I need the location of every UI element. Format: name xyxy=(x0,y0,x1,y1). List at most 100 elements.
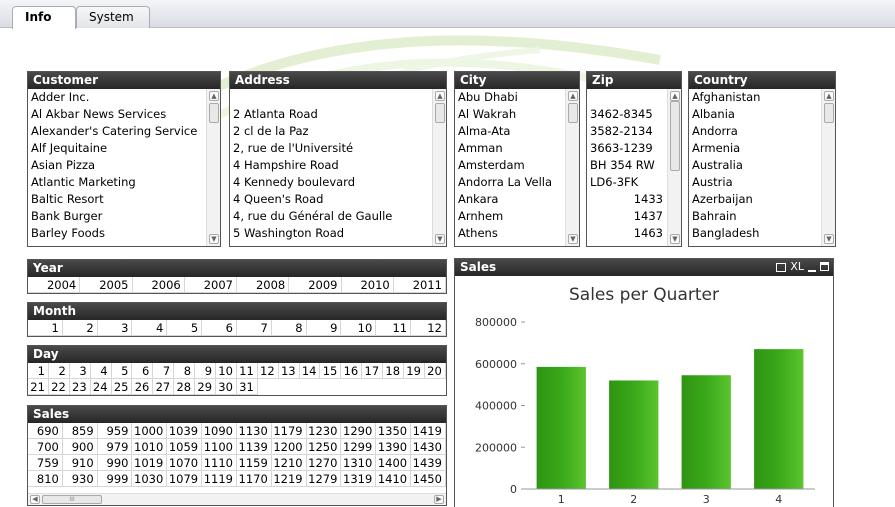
sales-value[interactable]: 1279 xyxy=(306,471,342,487)
list-item[interactable]: Australia xyxy=(689,157,821,174)
day-value[interactable]: 14 xyxy=(299,363,321,379)
scroll-down-icon[interactable]: ▼ xyxy=(209,234,219,244)
day-value[interactable]: 25 xyxy=(111,379,133,395)
list-item[interactable]: Baltic Resort xyxy=(28,191,206,208)
day-value[interactable]: 12 xyxy=(257,363,279,379)
sales-value[interactable]: 1159 xyxy=(236,455,272,471)
day-value[interactable]: 27 xyxy=(153,379,175,395)
day-value[interactable]: 10 xyxy=(216,363,237,379)
month-value[interactable]: 4 xyxy=(132,320,168,336)
day-value[interactable]: 23 xyxy=(69,379,91,395)
sales-value[interactable]: 700 xyxy=(28,439,63,455)
month-value[interactable]: 6 xyxy=(202,320,237,336)
day-value[interactable]: 19 xyxy=(404,363,425,379)
year-value[interactable]: 2007 xyxy=(184,277,237,293)
day-value[interactable]: 22 xyxy=(48,379,70,395)
sales-value[interactable]: 1019 xyxy=(132,455,168,471)
list-item[interactable]: 1463 xyxy=(587,225,667,242)
year-value[interactable]: 2008 xyxy=(237,277,290,293)
list-item[interactable]: Alma-Ata xyxy=(455,123,565,140)
sales-value[interactable]: 1400 xyxy=(376,455,412,471)
sales-value[interactable]: 1299 xyxy=(341,439,377,455)
list-item[interactable]: 2 Atlanta Road xyxy=(230,106,432,123)
sales-value[interactable]: 990 xyxy=(97,455,133,471)
country-scrollbar[interactable]: ▲ ▼ xyxy=(821,89,835,246)
list-item[interactable]: Andorra xyxy=(689,123,821,140)
day-value[interactable]: 15 xyxy=(320,363,342,379)
minimize-icon[interactable] xyxy=(808,269,816,272)
scroll-left-icon[interactable]: ◀ xyxy=(30,495,40,504)
sales-value[interactable]: 1059 xyxy=(167,439,203,455)
scroll-up-icon[interactable]: ▲ xyxy=(209,91,219,101)
sales-value[interactable]: 690 xyxy=(28,423,63,439)
list-item[interactable]: Asian Pizza xyxy=(28,157,206,174)
month-value[interactable]: 2 xyxy=(62,320,98,336)
scroll-down-icon[interactable]: ▼ xyxy=(670,234,680,244)
bar-quarter-1[interactable] xyxy=(536,366,586,489)
sales-value[interactable]: 959 xyxy=(97,423,133,439)
year-value[interactable]: 2009 xyxy=(289,277,342,293)
scroll-thumb[interactable] xyxy=(435,103,445,123)
day-value[interactable]: 21 xyxy=(28,379,49,395)
bar-quarter-3[interactable] xyxy=(681,375,731,489)
sales-value[interactable]: 910 xyxy=(62,455,98,471)
list-item[interactable]: 1433 xyxy=(587,191,667,208)
sales-value[interactable]: 1139 xyxy=(236,439,272,455)
sales-value[interactable]: 1130 xyxy=(236,423,272,439)
list-item[interactable]: 1437 xyxy=(587,208,667,225)
list-item[interactable]: Austria xyxy=(689,174,821,191)
day-value[interactable]: 17 xyxy=(362,363,384,379)
maximize-icon[interactable] xyxy=(820,262,829,271)
list-item[interactable]: Alexander's Catering Service xyxy=(28,123,206,140)
sales-value[interactable]: 1419 xyxy=(411,423,446,439)
day-value[interactable]: 3 xyxy=(69,363,91,379)
sales-value[interactable]: 1010 xyxy=(132,439,168,455)
month-value[interactable]: 3 xyxy=(97,320,133,336)
sales-value[interactable]: 1250 xyxy=(306,439,342,455)
sales-value[interactable]: 1070 xyxy=(167,455,203,471)
list-item[interactable]: Adder Inc. xyxy=(28,89,206,106)
list-item[interactable]: 4 Hampshire Road xyxy=(230,157,432,174)
list-item[interactable]: 3462-8345 xyxy=(587,106,667,123)
list-item[interactable]: Amman xyxy=(455,140,565,157)
list-item[interactable] xyxy=(587,89,667,106)
day-value[interactable]: 7 xyxy=(153,363,175,379)
sales-value[interactable]: 1200 xyxy=(271,439,307,455)
year-value[interactable]: 2004 xyxy=(28,277,81,293)
list-item[interactable]: 4 Kennedy boulevard xyxy=(230,174,432,191)
sales-value[interactable]: 930 xyxy=(62,471,98,487)
sales-value[interactable]: 1270 xyxy=(306,455,342,471)
sales-value[interactable]: 810 xyxy=(28,471,63,487)
tab-info[interactable]: Info xyxy=(12,6,76,29)
sales-value[interactable]: 1119 xyxy=(202,471,237,487)
scroll-up-icon[interactable]: ▲ xyxy=(568,91,578,101)
year-value[interactable]: 2011 xyxy=(393,277,446,293)
sales-value[interactable]: 1170 xyxy=(236,471,272,487)
sales-value[interactable]: 1039 xyxy=(167,423,203,439)
sales-value[interactable]: 1179 xyxy=(271,423,307,439)
day-value[interactable]: 6 xyxy=(132,363,154,379)
sales-value[interactable]: 1410 xyxy=(376,471,412,487)
day-value[interactable]: 24 xyxy=(90,379,112,395)
sales-value[interactable]: 1319 xyxy=(341,471,377,487)
list-item[interactable]: Al Akbar News Services xyxy=(28,106,206,123)
sales-value[interactable]: 1230 xyxy=(306,423,342,439)
month-value[interactable]: 10 xyxy=(341,320,377,336)
year-value[interactable]: 2006 xyxy=(132,277,185,293)
list-item[interactable]: Bank Burger xyxy=(28,208,206,225)
list-item[interactable]: Bahrain xyxy=(689,208,821,225)
month-value[interactable]: 11 xyxy=(376,320,412,336)
scroll-thumb[interactable] xyxy=(670,101,680,171)
month-value[interactable]: 7 xyxy=(236,320,272,336)
sales-value[interactable]: 859 xyxy=(62,423,98,439)
list-item[interactable]: Arnhem xyxy=(455,208,565,225)
list-item[interactable]: 3663-1239 xyxy=(587,140,667,157)
month-value[interactable]: 9 xyxy=(306,320,342,336)
list-item[interactable]: Barley Foods xyxy=(28,225,206,242)
scroll-thumb[interactable] xyxy=(824,103,834,123)
sales-value[interactable]: 1450 xyxy=(411,471,446,487)
day-value[interactable]: 1 xyxy=(28,363,49,379)
list-item[interactable]: Abu Dhabi xyxy=(455,89,565,106)
month-value[interactable]: 1 xyxy=(28,320,63,336)
day-value[interactable]: 2 xyxy=(48,363,70,379)
